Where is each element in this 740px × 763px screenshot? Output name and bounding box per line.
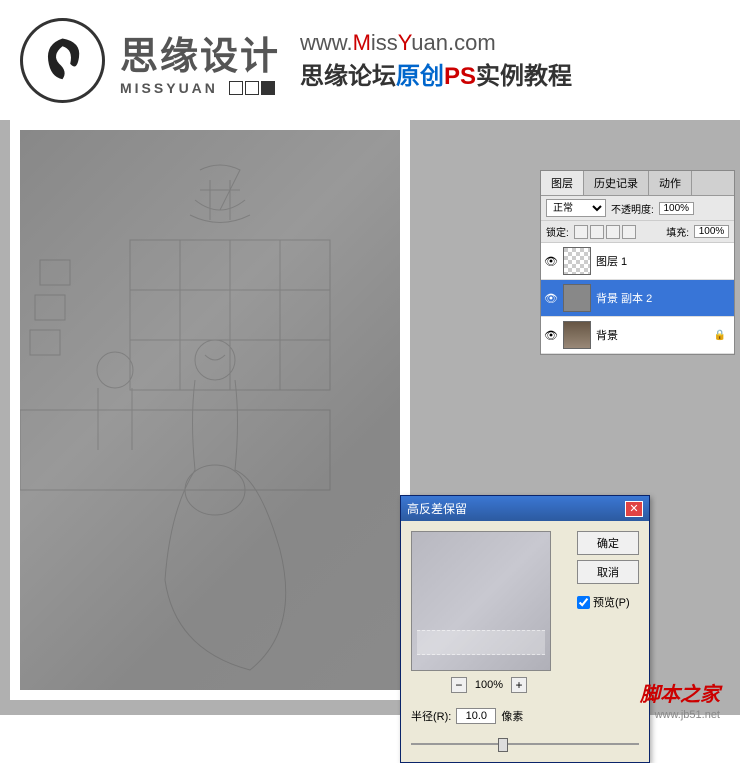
preview-area: − 100% + [411,531,567,693]
logo-badge [20,18,105,103]
lock-row: 锁定: 填充: 100% [541,221,734,243]
layer-item[interactable]: 👁 背景 🔒 [541,317,734,354]
zoom-controls: − 100% + [411,677,567,693]
layer-list: 👁 图层 1 👁 背景 副本 2 👁 背景 🔒 [541,243,734,354]
layers-panel: 图层 历史记录 动作 正常 不透明度: 100% 锁定: 填充: 100% [540,170,735,355]
watermark-url: www.jb51.net [655,709,720,721]
visibility-icon[interactable]: 👁 [544,254,558,268]
page-header: 思缘设计 MISSYUAN www.MissYuan.com 思缘论坛原创PS实… [0,0,740,120]
watermark-text: 脚本之家 [640,678,720,707]
lock-icon: 🔒 [714,330,726,341]
layer-name: 背景 副本 2 [596,290,652,306]
document-canvas[interactable] [10,120,410,700]
filter-preview[interactable] [411,531,551,671]
logo-text: 思缘设计 MISSYUAN [120,25,280,96]
layer-thumbnail [563,284,591,312]
layer-item[interactable]: 👁 背景 副本 2 [541,280,734,317]
panels-area: 图层 历史记录 动作 正常 不透明度: 100% 锁定: 填充: 100% [540,170,740,355]
layer-thumbnail [563,247,591,275]
preview-check-input[interactable] [577,596,590,609]
radius-input[interactable] [456,708,496,724]
close-icon[interactable]: ✕ [625,501,643,517]
lock-all-icon[interactable] [622,225,636,239]
photo-preview [20,130,400,690]
slider-thumb[interactable] [498,738,508,752]
zoom-out-button[interactable]: − [451,677,467,693]
visibility-icon[interactable]: 👁 [544,328,558,342]
visibility-icon[interactable]: 👁 [544,291,558,305]
dialog-titlebar[interactable]: 高反差保留 ✕ [401,496,649,521]
sketch-content [20,130,400,690]
header-right: www.MissYuan.com 思缘论坛原创PS实例教程 [300,30,572,91]
preview-checkbox[interactable]: 预览(P) [577,594,639,610]
site-url: www.MissYuan.com [300,30,572,56]
radius-slider[interactable] [411,736,639,752]
dialog-title-text: 高反差保留 [407,500,467,517]
radius-label: 半径(R): [411,708,451,724]
slider-track [411,743,639,745]
tab-actions[interactable]: 动作 [649,171,692,195]
lock-position-icon[interactable] [606,225,620,239]
lock-pixels-icon[interactable] [590,225,604,239]
layer-name: 背景 [596,327,618,343]
opacity-label: 不透明度: [611,201,654,216]
lock-transparent-icon[interactable] [574,225,588,239]
radius-unit: 像素 [501,708,523,724]
site-subtitle: 思缘论坛原创PS实例教程 [300,56,572,91]
zoom-value: 100% [475,679,503,691]
cancel-button[interactable]: 取消 [577,560,639,584]
swan-icon [35,33,90,88]
tab-history[interactable]: 历史记录 [584,171,649,195]
layer-name: 图层 1 [596,253,627,269]
ok-button[interactable]: 确定 [577,531,639,555]
logo-chinese: 思缘设计 [120,25,280,80]
panel-tabs: 图层 历史记录 动作 [541,171,734,196]
dialog-body: − 100% + 确定 取消 预览(P) [401,521,649,703]
radius-row: 半径(R): 像素 [401,703,649,736]
layer-controls: 正常 不透明度: 100% [541,196,734,221]
logo-boxes [229,81,275,95]
dialog-buttons: 确定 取消 预览(P) [577,531,639,693]
lock-icons [574,225,636,239]
layer-item[interactable]: 👁 图层 1 [541,243,734,280]
opacity-value[interactable]: 100% [659,202,694,215]
workspace: 图层 历史记录 动作 正常 不透明度: 100% 锁定: 填充: 100% [0,120,740,715]
blend-mode-select[interactable]: 正常 [546,199,606,217]
logo-english: MISSYUAN [120,80,280,96]
lock-label: 锁定: [546,224,569,239]
high-pass-dialog: 高反差保留 ✕ − 100% + 确定 取消 预览(P) [400,495,650,763]
fill-value[interactable]: 100% [694,225,729,238]
canvas-area [0,120,420,715]
zoom-in-button[interactable]: + [511,677,527,693]
tab-layers[interactable]: 图层 [541,171,584,195]
fill-label: 填充: [666,224,689,239]
layer-thumbnail [563,321,591,349]
